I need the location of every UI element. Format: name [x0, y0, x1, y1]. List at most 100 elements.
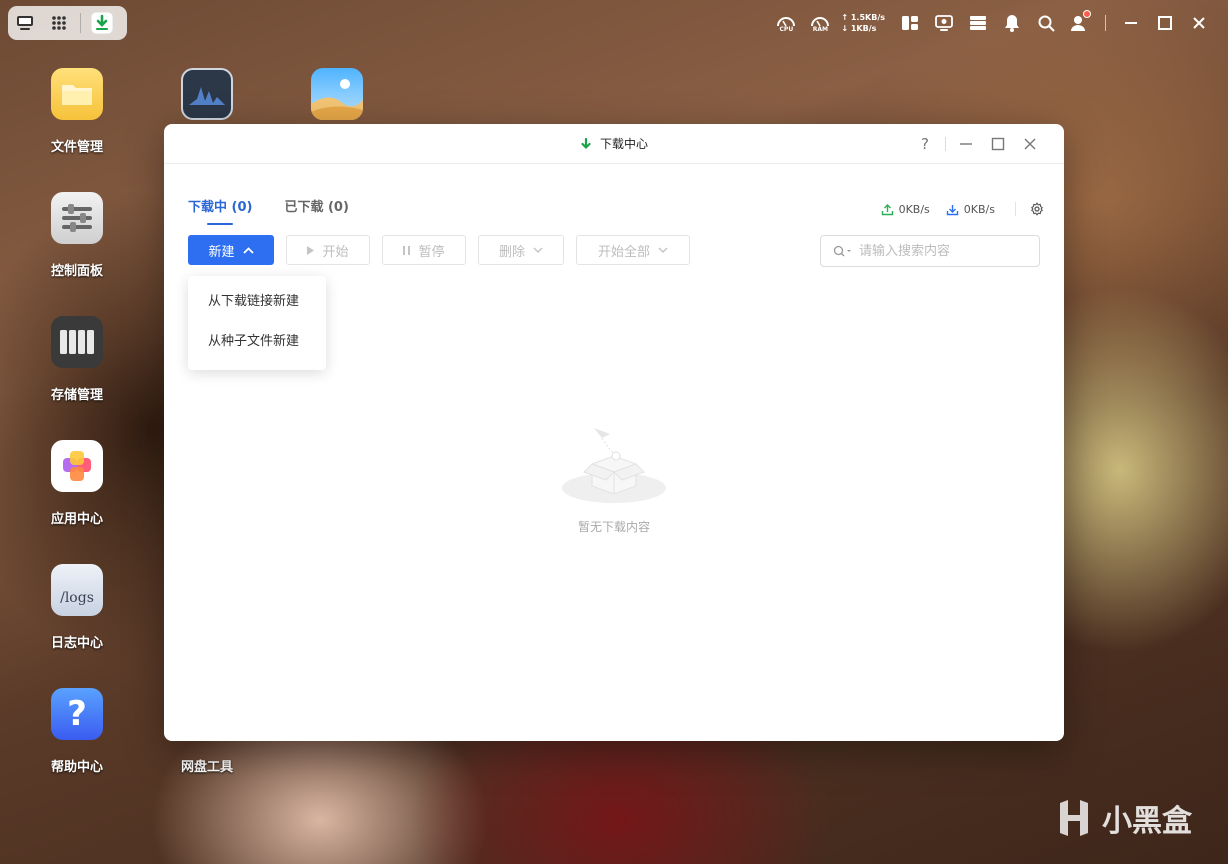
search-box[interactable] — [820, 235, 1040, 267]
upload-speed: ↑ 1.5KB/s — [841, 13, 885, 22]
desktop-icon-label: 网盘工具 — [180, 760, 233, 775]
sliders-icon — [51, 192, 103, 244]
upload-speed-indicator: 0KB/s — [881, 203, 930, 216]
monitor-icon[interactable] — [8, 8, 42, 38]
delete-label: 删除 — [498, 244, 525, 260]
bell-icon[interactable] — [997, 8, 1027, 38]
empty-state: 暂无下载内容 — [554, 420, 674, 535]
desktop-icon-app-center[interactable]: 应用中心 — [32, 440, 122, 527]
new-task-button[interactable]: 新建 — [188, 235, 274, 265]
cpu-gauge-icon[interactable]: CPU — [771, 8, 801, 38]
watermark: 小黑盒 — [1054, 796, 1192, 840]
download-toolbar: 新建 开始 暂停 删除 开始全部 — [188, 235, 690, 265]
close-icon — [1024, 138, 1036, 150]
download-icon — [946, 204, 958, 215]
help-icon: ? — [51, 688, 103, 740]
upload-speed-value: 0KB/s — [898, 202, 930, 216]
download-speed-value: 0KB/s — [963, 202, 995, 216]
download-speed-indicator: 0KB/s — [946, 203, 995, 216]
pause-button[interactable]: 暂停 — [382, 235, 466, 265]
new-task-label: 新建 — [208, 244, 235, 260]
folder-icon — [51, 68, 103, 120]
search-icon — [833, 245, 851, 257]
pause-label: 暂停 — [418, 244, 445, 260]
download-center-window: 下载中心 ? 下载中 (0) 已下载 (0) 0KB/s 0KB/s 新建 开始… — [164, 124, 1064, 741]
search-input[interactable] — [857, 242, 1021, 260]
remote-monitor-icon[interactable] — [929, 8, 959, 38]
system-tray: CPU RAM ↑ 1.5KB/s ↓ 1KB/s — [771, 6, 1214, 40]
play-icon — [307, 245, 315, 255]
download-speed: ↓ 1KB/s — [841, 24, 877, 33]
menu-item-new-from-link[interactable]: 从下载链接新建 — [188, 282, 326, 322]
desktop-icon-label: 帮助中心 — [50, 760, 103, 775]
desktop-icon-label: 应用中心 — [50, 512, 103, 527]
maximize-icon — [991, 137, 1005, 151]
help-glyph: ? — [921, 135, 929, 153]
menu-item-new-from-torrent[interactable]: 从种子文件新建 — [188, 322, 326, 362]
taskbar-left — [8, 6, 127, 40]
desktop-icon-label: 日志中心 — [50, 636, 103, 651]
upload-icon — [881, 203, 893, 215]
new-task-menu: 从下载链接新建 从种子文件新建 — [188, 276, 326, 370]
chevron-down-icon — [533, 247, 543, 253]
chevron-up-icon — [242, 246, 254, 254]
apps-grid-icon[interactable] — [42, 8, 76, 38]
widget-panel-icon[interactable] — [895, 8, 925, 38]
close-icon[interactable] — [1184, 8, 1214, 38]
user-icon[interactable] — [1065, 8, 1095, 38]
download-app-icon[interactable] — [85, 8, 119, 38]
minimize-icon — [960, 143, 972, 145]
window-close-button[interactable] — [1014, 132, 1046, 156]
window-controls: ? — [909, 132, 1046, 156]
desktop-icon-help[interactable]: ? 帮助中心 — [32, 688, 122, 775]
notification-dot — [1083, 10, 1091, 18]
resource-monitor-icon — [181, 68, 233, 120]
download-arrow-icon — [581, 137, 591, 150]
chevron-down-icon — [658, 247, 668, 253]
transfer-speeds: 0KB/s 0KB/s — [865, 202, 1044, 216]
minimize-icon[interactable] — [1116, 8, 1146, 38]
pause-icon — [403, 245, 411, 255]
logs-icon: /logs — [51, 564, 103, 616]
divider — [80, 13, 81, 33]
start-button[interactable]: 开始 — [286, 235, 370, 265]
start-label: 开始 — [322, 244, 349, 260]
cpu-label: CPU — [779, 25, 794, 33]
desktop-icon-label: 文件管理 — [50, 140, 103, 155]
divider — [1105, 15, 1106, 31]
tab-downloaded[interactable]: 已下载 (0) — [284, 196, 348, 222]
tab-downloading[interactable]: 下载中 (0) — [188, 196, 252, 225]
maximize-icon[interactable] — [1150, 8, 1180, 38]
network-speed[interactable]: ↑ 1.5KB/s ↓ 1KB/s — [841, 12, 885, 34]
desktop-icon-label: 存储管理 — [50, 388, 103, 403]
desktop-icon-label: 控制面板 — [50, 264, 103, 279]
desktop-icon-file-manager[interactable]: 文件管理 — [32, 68, 122, 155]
storage-icon — [51, 316, 103, 368]
window-minimize-button[interactable] — [950, 132, 982, 156]
desktop-icon-logs[interactable]: /logs 日志中心 — [32, 564, 122, 651]
start-all-button[interactable]: 开始全部 — [576, 235, 690, 265]
photos-icon — [311, 68, 363, 120]
desktop-icon-control-panel[interactable]: 控制面板 — [32, 192, 122, 279]
window-maximize-button[interactable] — [982, 132, 1014, 156]
divider — [945, 137, 946, 151]
watermark-text: 小黑盒 — [1102, 804, 1192, 839]
watermark-logo — [1060, 800, 1088, 836]
server-status-icon[interactable] — [963, 8, 993, 38]
settings-button[interactable] — [1030, 202, 1044, 216]
ram-label: RAM — [812, 25, 828, 33]
app-center-icon — [51, 440, 103, 492]
delete-button[interactable]: 删除 — [478, 235, 564, 265]
help-button[interactable]: ? — [909, 132, 941, 156]
desktop-icon-photos[interactable] — [292, 68, 382, 120]
divider — [1015, 202, 1016, 216]
empty-state-text: 暂无下载内容 — [577, 520, 650, 534]
search-icon[interactable] — [1031, 8, 1061, 38]
desktop-icon-storage[interactable]: 存储管理 — [32, 316, 122, 403]
window-titlebar[interactable]: 下载中心 ? — [164, 124, 1064, 164]
help-icon-glyph: ? — [67, 694, 87, 734]
tab-bar: 下载中 (0) 已下载 (0) — [188, 196, 349, 225]
ram-gauge-icon[interactable]: RAM — [805, 8, 835, 38]
empty-box-icon — [562, 428, 666, 503]
desktop-icon-resource-monitor[interactable] — [162, 68, 252, 120]
